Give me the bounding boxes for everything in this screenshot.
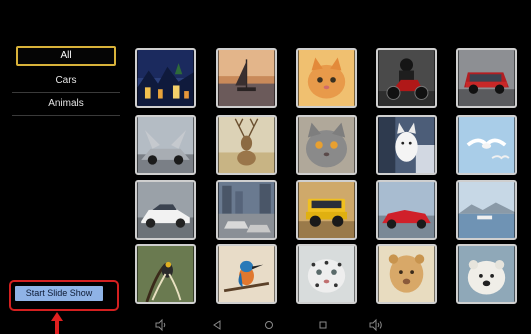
white-dog-photo (378, 117, 435, 173)
thumbnail-kitten[interactable] (296, 48, 357, 108)
red-suv-photo (458, 50, 515, 106)
category-cars[interactable]: Cars (12, 70, 120, 93)
volume-down-icon[interactable] (154, 318, 168, 332)
gray-cat-photo (298, 117, 355, 173)
gallery-app: All Cars Animals Start Slide Show (0, 0, 531, 334)
polar-bear-photo (458, 246, 515, 302)
white-sportscar-photo (137, 182, 194, 238)
category-animals[interactable]: Animals (12, 93, 120, 116)
system-nav-bar (0, 316, 531, 334)
category-all[interactable]: All (16, 46, 116, 66)
harbor-photo (458, 182, 515, 238)
thumbnail-deer[interactable] (216, 115, 277, 175)
thumbnail-gray-cat[interactable] (296, 115, 357, 175)
thumbnail-polar-bear[interactable] (456, 244, 517, 304)
deer-photo (218, 117, 275, 173)
thumbnail-white-sportscar[interactable] (135, 180, 196, 240)
snow-leopard-photo (298, 246, 355, 302)
night-town-photo (137, 50, 194, 106)
seagull-photo (458, 117, 515, 173)
start-slideshow-button[interactable]: Start Slide Show (15, 286, 103, 301)
thumbnail-seagull[interactable] (456, 115, 517, 175)
thumbnail-gullwing-car[interactable] (135, 115, 196, 175)
thumbnail-red-suv[interactable] (456, 48, 517, 108)
back-icon[interactable] (210, 318, 224, 332)
kitten-photo (298, 50, 355, 106)
home-icon[interactable] (262, 318, 276, 332)
thumbnail-sailboat[interactable] (216, 48, 277, 108)
thumbnail-grid (135, 48, 521, 308)
lion-cub-photo (378, 246, 435, 302)
kingfisher-photo (218, 246, 275, 302)
gullwing-car-photo (137, 117, 194, 173)
motorcycle-rider-photo (378, 50, 435, 106)
yellow-truck-photo (298, 182, 355, 238)
category-sidebar: All Cars Animals (12, 46, 120, 116)
bird-of-paradise-photo (137, 246, 194, 302)
recents-icon[interactable] (316, 318, 330, 332)
thumbnail-harbor[interactable] (456, 180, 517, 240)
thumbnail-kingfisher[interactable] (216, 244, 277, 304)
red-convertible-photo (378, 182, 435, 238)
volume-up-icon[interactable] (369, 318, 383, 332)
thumbnail-night-town[interactable] (135, 48, 196, 108)
cars-cityscape-photo (218, 182, 275, 238)
thumbnail-snow-leopard[interactable] (296, 244, 357, 304)
thumbnail-yellow-truck[interactable] (296, 180, 357, 240)
thumbnail-lion-cub[interactable] (376, 244, 437, 304)
thumbnail-white-dog[interactable] (376, 115, 437, 175)
sailboat-sunset-photo (218, 50, 275, 106)
thumbnail-bird-of-paradise[interactable] (135, 244, 196, 304)
thumbnail-red-convertible[interactable] (376, 180, 437, 240)
thumbnail-motorcycle[interactable] (376, 48, 437, 108)
thumbnail-cars-cityscape[interactable] (216, 180, 277, 240)
